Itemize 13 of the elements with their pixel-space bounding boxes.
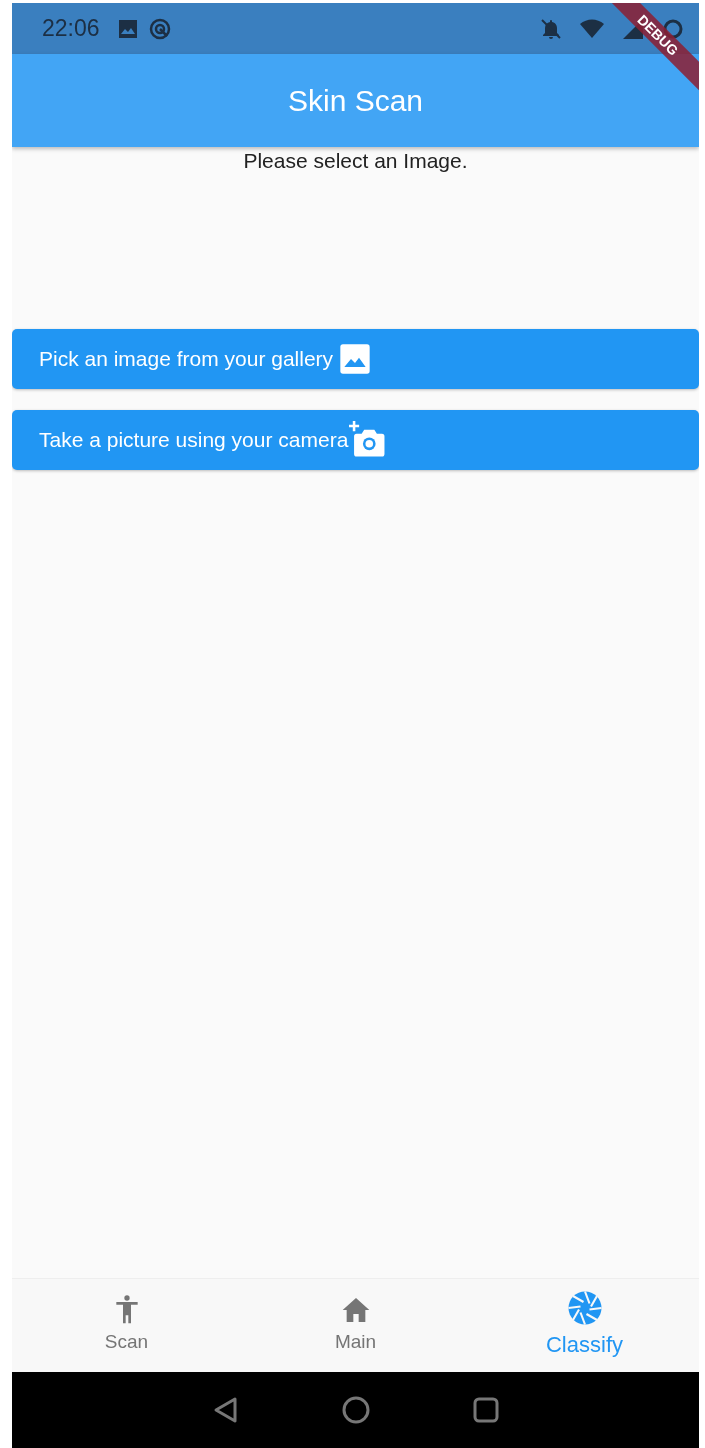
- home-circle-icon: [340, 1395, 371, 1425]
- camera-button[interactable]: Take a picture using your camera: [12, 410, 699, 470]
- gallery-button[interactable]: Pick an image from your gallery: [12, 329, 699, 389]
- clock-text: 22:06: [42, 14, 100, 44]
- nav-tab[interactable]: Scan: [12, 1279, 241, 1372]
- image-icon: [339, 343, 372, 375]
- target-icon: [147, 16, 172, 41]
- nav-tab[interactable]: Classify: [470, 1279, 699, 1372]
- shutter-icon: [566, 1290, 603, 1326]
- bell-off-icon: [539, 16, 563, 41]
- app-title: Skin Scan: [287, 83, 424, 119]
- prompt-text: Please select an Image.: [242, 149, 469, 173]
- nav-tab[interactable]: Main: [241, 1279, 470, 1372]
